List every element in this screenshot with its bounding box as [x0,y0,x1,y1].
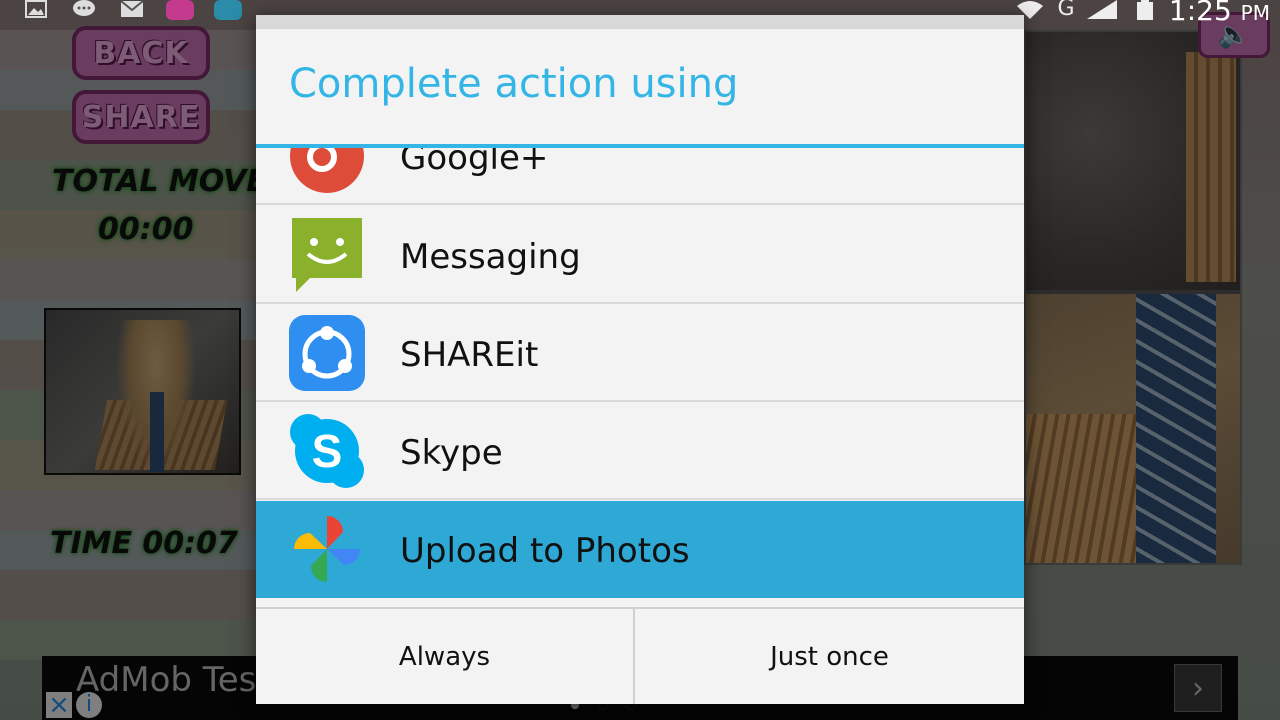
battery-icon [1132,0,1158,20]
app-label: Messaging [400,237,581,277]
svg-text:S: S [312,425,343,477]
skype-icon: S [290,414,364,488]
network-type-label: G [1057,0,1075,21]
app-notification-icon [166,0,194,20]
app-item-google-plus[interactable]: Google+ [256,148,1024,205]
image-notification-icon [24,0,48,20]
app-item-messaging[interactable]: Messaging [256,207,1024,304]
google-plus-icon [290,148,364,193]
app-label: SHAREit [400,335,539,375]
shareit-icon [289,315,365,391]
app-item-skype[interactable]: S Skype [256,403,1024,500]
dialog-button-bar: Always Just once [256,607,1024,704]
always-button[interactable]: Always [256,609,633,704]
google-photos-icon [294,516,360,582]
app-label: Google+ [400,148,549,178]
app-list[interactable]: Google+ Messaging SHAREit S Skype Upload… [256,148,1024,608]
gmail-notification-icon [120,0,144,20]
dialog-title: Complete action using [289,61,739,107]
messaging-icon [292,218,362,292]
just-once-button[interactable]: Just once [635,609,1024,704]
app-item-shareit[interactable]: SHAREit [256,305,1024,402]
app-label: Skype [400,433,503,473]
chat-notification-icon [72,0,96,20]
app-item-upload-to-photos[interactable]: Upload to Photos [256,501,1024,598]
app-notification-icon [214,0,242,20]
app-label: Upload to Photos [400,531,690,571]
complete-action-dialog: Complete action using Google+ Messaging [256,15,1024,704]
signal-icon [1084,0,1120,20]
clock: 1:25 PM [1168,0,1270,27]
